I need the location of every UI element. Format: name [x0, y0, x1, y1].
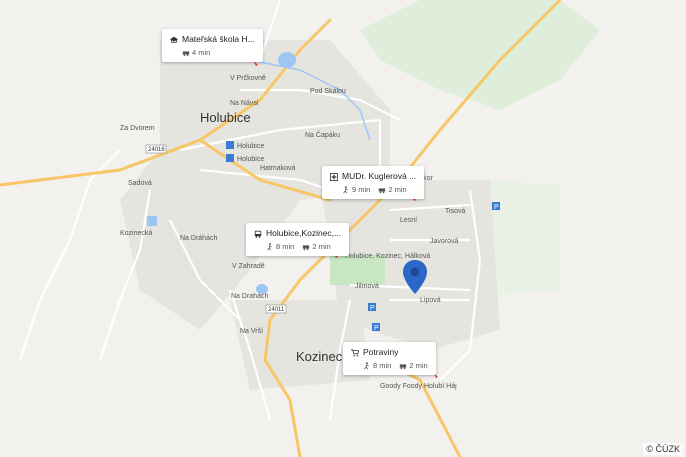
svg-text:24011: 24011	[268, 307, 285, 313]
walk-icon	[364, 361, 369, 369]
road-label-lipova: Lipová	[420, 297, 441, 304]
road-label-v-prckovne: V Prčkovně	[230, 75, 266, 82]
road-label-sadova: Sadová	[128, 180, 152, 187]
route-shield-24016: 24016	[145, 144, 167, 154]
poi-title: Mateřská škola H...	[182, 34, 255, 44]
poi-card-school[interactable]: Mateřská škola H... 4 min	[162, 29, 263, 62]
town-label-kozinec: Kozinec	[296, 349, 343, 364]
forest-area	[360, 0, 600, 110]
road-label-jilmova: Jilmová	[355, 283, 379, 290]
bus-stop-icon[interactable]: Holubice	[226, 154, 264, 163]
car-icon	[400, 363, 407, 369]
poi-card-medical[interactable]: MUDr. Kuglerová ... 9 min 2 min	[322, 166, 425, 199]
bus-stop-icon[interactable]: Holubice	[226, 141, 264, 150]
map-canvas[interactable]: 24016 24011 Holubice Kozinec Na Návsi V …	[0, 0, 686, 457]
cart-icon	[351, 348, 359, 357]
pond-north	[278, 52, 296, 68]
stop-label: Holubice, Kozinec, Hálková	[345, 253, 430, 260]
svg-text:Holubice: Holubice	[237, 156, 264, 163]
walk-icon	[343, 185, 348, 193]
svg-text:Holubice: Holubice	[237, 143, 264, 150]
road-label-na-drahach: Na Dráhách	[180, 235, 217, 242]
road-label-javorova: Javorová	[430, 238, 459, 245]
poi-title: Potraviny	[363, 347, 399, 357]
car-icon	[379, 187, 386, 193]
road-label-za-dvorem: Za Dvorem	[120, 125, 155, 132]
pond-west	[147, 216, 157, 226]
car-icon	[182, 50, 190, 56]
poi-card-grocery[interactable]: Potraviny 8 min 2 min	[343, 342, 436, 375]
road-label-v-zahrade: V Zahradě	[232, 263, 265, 270]
copyright-notice: © ČÚZK	[643, 443, 683, 455]
svg-text:P: P	[370, 305, 375, 312]
car-icon	[303, 244, 310, 250]
road-label-pod-skalou: Pod Skálou	[310, 88, 346, 95]
school-icon	[170, 36, 178, 43]
svg-text:P: P	[374, 325, 379, 332]
road-label-kozinecka: Kozinecká	[120, 230, 152, 237]
road-label-lesni: Lesní	[400, 217, 417, 224]
walk-icon	[267, 242, 272, 250]
svg-text:24016: 24016	[148, 147, 165, 153]
road-label-tisova: Tisová	[445, 208, 465, 215]
poi-card-bus-stop[interactable]: Holubice,Kozinec,... 8 min 2 min	[246, 223, 350, 256]
parking-icon: P	[372, 323, 380, 332]
parking-icon: P	[492, 202, 500, 211]
location-pin-icon[interactable]	[403, 260, 427, 294]
poi-title: Holubice,Kozinec,...	[266, 228, 342, 238]
bus-icon	[254, 230, 262, 238]
road-label-hatmakova: Hatmaková	[260, 165, 296, 172]
shop-label: Goody Foody Holubí Háj	[380, 383, 457, 390]
town-label-holubice: Holubice	[200, 110, 251, 125]
medical-icon	[330, 172, 338, 181]
route-shield-24011: 24011	[265, 304, 287, 314]
svg-text:P: P	[494, 204, 499, 211]
road-label-na-drahach-2: Na Drahách	[231, 293, 268, 300]
parking-icon: P	[368, 303, 376, 312]
road-label-na-capaku: Na Čapáku	[305, 130, 340, 139]
road-label-na-vrsi: Na Vrší	[240, 328, 263, 335]
poi-title: MUDr. Kuglerová ...	[342, 171, 417, 181]
road-label-na-navsi: Na Návsi	[230, 100, 259, 107]
